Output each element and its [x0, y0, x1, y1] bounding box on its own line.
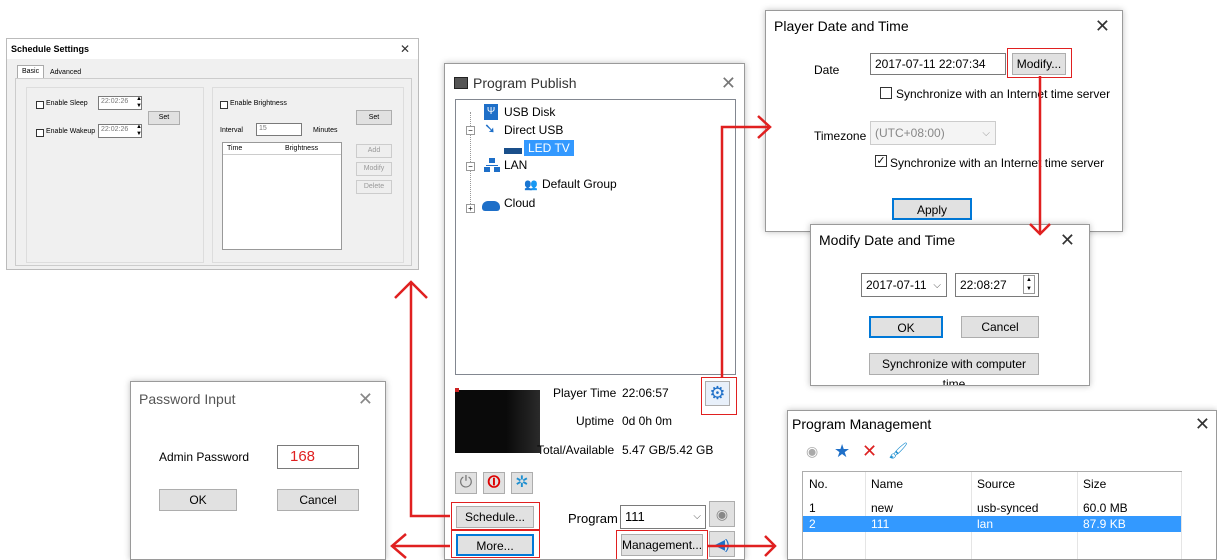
arrow-to-datetime — [720, 125, 770, 377]
arrow-to-schedule — [409, 282, 450, 518]
annotation-arrows — [390, 76, 1051, 559]
